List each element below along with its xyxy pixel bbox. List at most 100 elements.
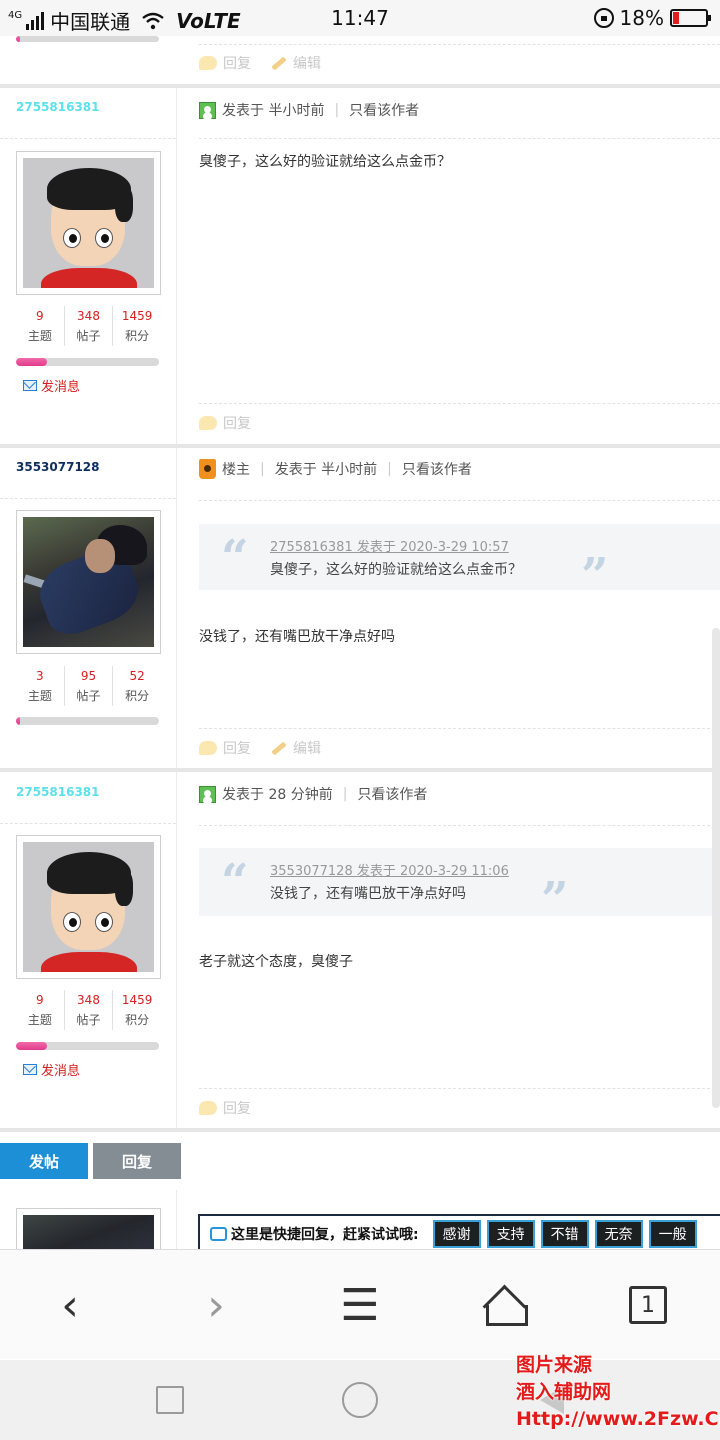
reply-icon xyxy=(199,416,217,430)
post-content: 没钱了，还有嘴巴放干净点好吗 xyxy=(199,629,395,645)
browser-toolbar: ‹ › ☰ 1 xyxy=(0,1249,720,1359)
quote-block: “ 2755816381 发表于 2020-3-29 10:57 臭傻子，这么好… xyxy=(199,524,720,604)
username[interactable]: 2755816381 xyxy=(16,785,100,799)
quick-reply-tag[interactable]: 感谢 xyxy=(432,1220,481,1248)
quote-text: 没钱了，还有嘴巴放干净点好吗 xyxy=(270,886,466,902)
quote-source-link[interactable]: 3553077128 发表于 2020-3-29 11:06 xyxy=(270,860,509,879)
level-progress-bar xyxy=(16,358,159,366)
quote-close-icon: ” xyxy=(541,872,569,928)
reply-link[interactable]: 回复 xyxy=(199,738,251,758)
new-post-button[interactable]: 发帖 xyxy=(0,1143,88,1179)
reply-link[interactable]: 回复 xyxy=(199,1098,251,1118)
home-button[interactable] xyxy=(474,1278,534,1332)
home-icon xyxy=(485,1287,528,1326)
edit-link[interactable]: 编辑 xyxy=(271,53,321,73)
post-time: 发表于 半小时前 xyxy=(222,103,325,119)
post-header: 发表于 半小时前 | 只看该作者 xyxy=(199,100,419,120)
post-header: 楼主 | 发表于 半小时前 | 只看该作者 xyxy=(199,459,472,479)
online-status-icon xyxy=(199,785,216,803)
quote-open-icon: “ xyxy=(221,530,249,586)
battery-icon xyxy=(670,9,711,27)
reply-button[interactable]: 回复 xyxy=(93,1143,181,1179)
back-button[interactable]: ‹ xyxy=(40,1278,100,1332)
stat-topics[interactable]: 9 主题 xyxy=(16,306,64,346)
quick-reply-tag[interactable]: 无奈 xyxy=(594,1220,643,1248)
system-home-button[interactable] xyxy=(342,1382,378,1418)
post-separator xyxy=(0,444,720,448)
post-header: 发表于 28 分钟前 | 只看该作者 xyxy=(199,784,427,804)
only-author-link[interactable]: 只看该作者 xyxy=(349,100,419,120)
user-stats: 3 主题 95 帖子 52 积分 xyxy=(16,666,161,706)
mail-icon xyxy=(23,1064,37,1075)
level-progress-bar xyxy=(16,36,159,42)
stat-posts[interactable]: 348 帖子 xyxy=(63,306,113,346)
stat-posts[interactable]: 95 帖子 xyxy=(63,666,113,706)
tabs-button[interactable]: 1 xyxy=(618,1278,678,1332)
thread-owner-icon xyxy=(199,459,216,479)
level-progress-bar xyxy=(16,717,159,725)
post-separator xyxy=(0,768,720,772)
quote-close-icon: ” xyxy=(581,548,609,604)
post-actions: 回复 xyxy=(199,1098,251,1118)
post-separator xyxy=(0,1128,720,1132)
menu-button[interactable]: ☰ xyxy=(330,1278,390,1332)
quick-reply-tag[interactable]: 一般 xyxy=(648,1220,697,1248)
quote-block: “ 3553077128 发表于 2020-3-29 11:06 没钱了，还有嘴… xyxy=(199,848,720,928)
pencil-icon xyxy=(271,55,287,71)
quick-reply-tag[interactable]: 不错 xyxy=(540,1220,589,1248)
post-actions: 回复 编辑 xyxy=(199,53,321,73)
post-time: 发表于 半小时前 xyxy=(274,462,378,478)
post-actions: 回复 编辑 xyxy=(199,738,321,758)
pencil-icon xyxy=(271,740,287,756)
tab-count: 1 xyxy=(629,1286,667,1324)
stat-topics[interactable]: 9 主题 xyxy=(16,990,64,1030)
only-author-link[interactable]: 只看该作者 xyxy=(402,459,472,479)
stat-topics[interactable]: 3 主题 xyxy=(16,666,64,706)
hamburger-menu-icon: ☰ xyxy=(340,1279,380,1331)
scrollbar[interactable] xyxy=(712,628,720,1108)
only-author-link[interactable]: 只看该作者 xyxy=(357,784,427,804)
post-time: 发表于 28 分钟前 xyxy=(222,787,333,803)
username[interactable]: 3553077128 xyxy=(16,460,100,474)
battery-fill xyxy=(673,12,679,24)
post-actions: 回复 xyxy=(199,413,251,433)
quick-reply-tag[interactable]: 支持 xyxy=(486,1220,535,1248)
reply-icon xyxy=(199,741,217,755)
send-message-link[interactable]: 发消息 xyxy=(23,376,80,395)
send-message-link[interactable]: 发消息 xyxy=(23,1060,80,1079)
divider xyxy=(199,44,720,45)
quote-open-icon: “ xyxy=(221,854,249,910)
avatar[interactable] xyxy=(16,510,161,654)
chat-icon xyxy=(210,1227,227,1241)
quote-text: 臭傻子，这么好的验证就给这么点金币？ xyxy=(270,562,522,578)
user-stats: 9 主题 348 帖子 1459 积分 xyxy=(16,990,161,1030)
stat-points[interactable]: 1459 积分 xyxy=(112,990,161,1030)
stat-points[interactable]: 52 积分 xyxy=(112,666,161,706)
reply-icon xyxy=(199,1101,217,1115)
reply-link[interactable]: 回复 xyxy=(199,53,251,73)
chevron-right-icon: › xyxy=(207,1279,225,1331)
post-content: 臭傻子，这么好的验证就给这么点金币？ xyxy=(199,154,451,170)
battery-percent: 18% xyxy=(619,6,664,30)
level-progress-bar xyxy=(16,1042,159,1050)
recent-apps-button[interactable] xyxy=(156,1386,184,1414)
status-bar: 4G 中国联通 VoLTE 11:47 18% xyxy=(0,0,720,36)
user-stats: 9 主题 348 帖子 1459 积分 xyxy=(16,306,161,346)
avatar[interactable] xyxy=(16,835,161,979)
reply-link[interactable]: 回复 xyxy=(199,413,251,433)
username[interactable]: 2755816381 xyxy=(16,100,100,114)
avatar[interactable] xyxy=(16,151,161,295)
quick-reply-bar: 这里是快捷回复，赶紧试试哦: 感谢 支持 不错 无奈 一般 xyxy=(198,1214,720,1254)
stat-points[interactable]: 1459 积分 xyxy=(112,306,161,346)
mail-icon xyxy=(23,380,37,391)
quick-reply-title: 这里是快捷回复，赶紧试试哦: xyxy=(210,1224,419,1244)
chevron-left-icon: ‹ xyxy=(61,1279,79,1331)
owner-badge: 楼主 xyxy=(222,462,250,478)
forward-button[interactable]: › xyxy=(186,1278,246,1332)
post-separator xyxy=(0,84,720,88)
stat-posts[interactable]: 348 帖子 xyxy=(63,990,113,1030)
post-content: 老子就这个态度，臭傻子 xyxy=(199,954,353,970)
watermark: 图片来源 酒入辅助网 Http://www.2Fzw.Cn xyxy=(516,1354,720,1430)
edit-link[interactable]: 编辑 xyxy=(271,738,321,758)
quote-source-link[interactable]: 2755816381 发表于 2020-3-29 10:57 xyxy=(270,536,509,555)
